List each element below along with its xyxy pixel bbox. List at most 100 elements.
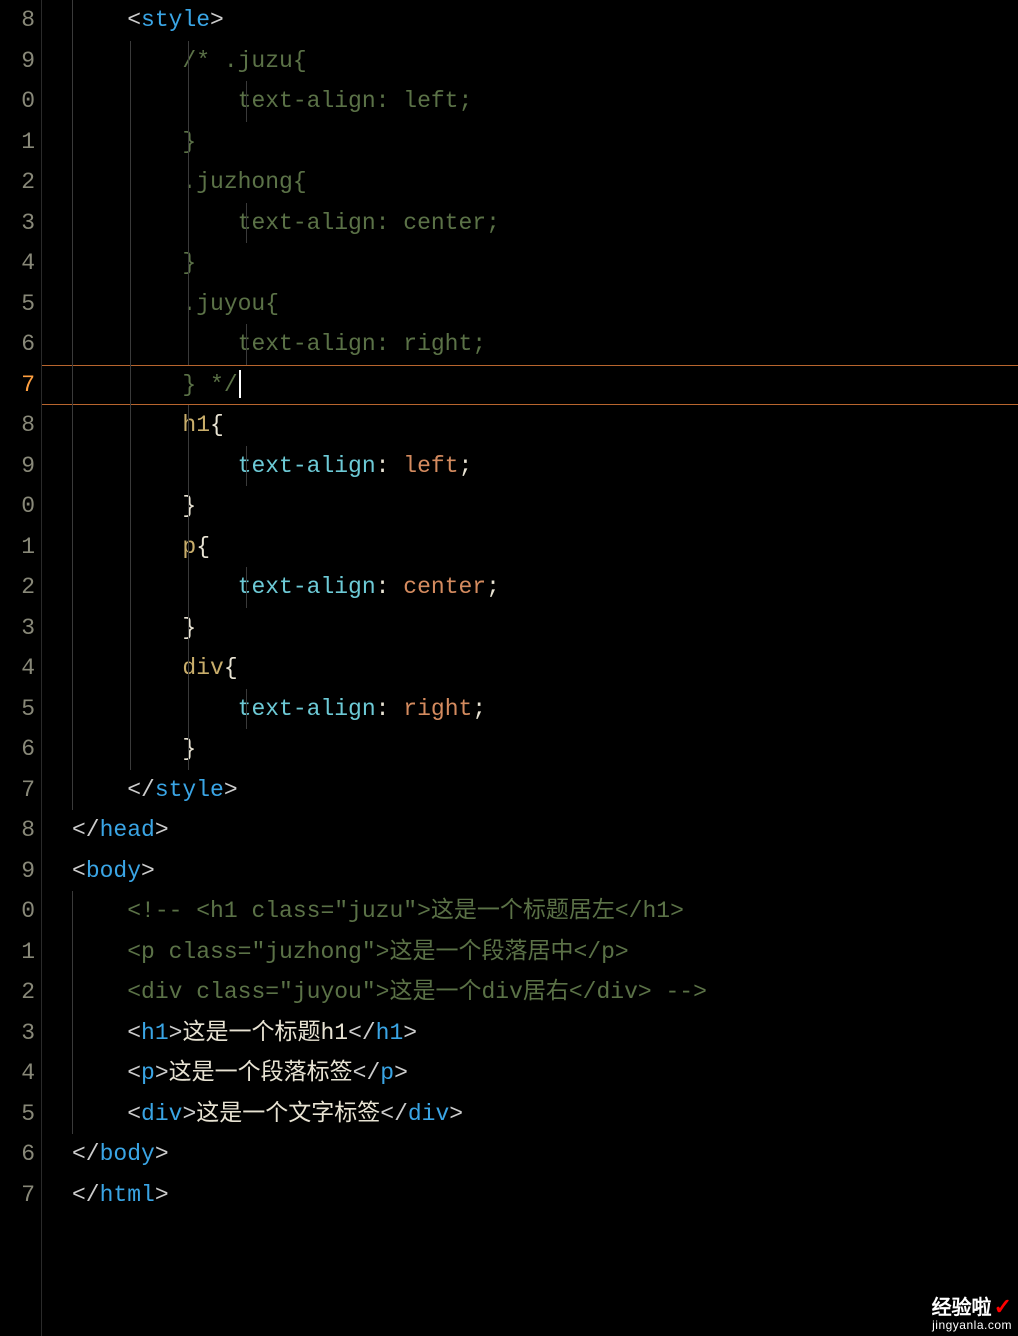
- line-number[interactable]: 0: [0, 486, 35, 527]
- code-line[interactable]: <h1>这是一个标题h1</h1>: [72, 1013, 1018, 1054]
- line-number[interactable]: 3: [0, 203, 35, 244]
- code-line[interactable]: }: [72, 608, 1018, 649]
- code-token: ;: [472, 696, 486, 722]
- code-token: right: [403, 696, 472, 722]
- line-number[interactable]: 5: [0, 689, 35, 730]
- code-token: :: [376, 574, 404, 600]
- code-line[interactable]: p{: [72, 527, 1018, 568]
- code-token: [72, 615, 182, 641]
- line-number[interactable]: 3: [0, 608, 35, 649]
- code-line[interactable]: }: [72, 729, 1018, 770]
- code-line[interactable]: text-align: center;: [72, 203, 1018, 244]
- line-number[interactable]: 0: [0, 891, 35, 932]
- code-token: >: [394, 1060, 408, 1086]
- code-token: [72, 412, 182, 438]
- code-line[interactable]: <div>这是一个文字标签</div>: [72, 1094, 1018, 1135]
- code-token: [72, 331, 238, 357]
- line-number[interactable]: 8: [0, 405, 35, 446]
- code-token: >: [155, 1141, 169, 1167]
- code-token: </: [72, 817, 100, 843]
- line-number[interactable]: 1: [0, 122, 35, 163]
- code-token: div: [141, 1101, 182, 1127]
- line-number[interactable]: 7: [0, 770, 35, 811]
- code-line[interactable]: text-align: left;: [72, 446, 1018, 487]
- code-line[interactable]: <p>这是一个段落标签</p>: [72, 1053, 1018, 1094]
- code-token: [72, 372, 182, 398]
- code-line[interactable]: <!-- <h1 class="juzu">这是一个标题居左</h1>: [72, 891, 1018, 932]
- code-token: [72, 898, 127, 924]
- code-token: >: [182, 1101, 196, 1127]
- code-line[interactable]: div{: [72, 648, 1018, 689]
- code-line[interactable]: }: [72, 243, 1018, 284]
- line-number[interactable]: 0: [0, 81, 35, 122]
- code-token: <!-- <h1 class="juzu">这是一个标题居左</h1>: [127, 898, 684, 924]
- code-line[interactable]: text-align: right;: [72, 324, 1018, 365]
- code-token: :: [376, 696, 404, 722]
- line-number[interactable]: 5: [0, 284, 35, 325]
- code-token: [72, 1101, 127, 1127]
- line-number[interactable]: 5: [0, 1094, 35, 1135]
- code-line[interactable]: h1{: [72, 405, 1018, 446]
- code-token: div: [182, 655, 223, 681]
- code-token: [72, 88, 238, 114]
- code-token: [72, 1020, 127, 1046]
- code-token: [72, 979, 127, 1005]
- code-line[interactable]: <div class="juyou">这是一个div居右</div> -->: [72, 972, 1018, 1013]
- line-number[interactable]: 1: [0, 527, 35, 568]
- code-token: ;: [486, 574, 500, 600]
- code-line[interactable]: </body>: [72, 1134, 1018, 1175]
- code-line[interactable]: text-align: left;: [72, 81, 1018, 122]
- code-line[interactable]: /* .juzu{: [72, 41, 1018, 82]
- code-area[interactable]: <style> /* .juzu{ text-align: left; } .j…: [42, 0, 1018, 1215]
- line-number[interactable]: 6: [0, 1134, 35, 1175]
- text-cursor: [239, 370, 241, 398]
- code-token: text-align: [238, 696, 376, 722]
- line-number[interactable]: 2: [0, 567, 35, 608]
- code-token: >: [449, 1101, 463, 1127]
- code-token: [72, 250, 182, 276]
- line-number[interactable]: 3: [0, 1013, 35, 1054]
- code-line[interactable]: <style>: [72, 0, 1018, 41]
- line-number[interactable]: 6: [0, 729, 35, 770]
- line-number[interactable]: 2: [0, 162, 35, 203]
- code-line[interactable]: text-align: center;: [72, 567, 1018, 608]
- code-token: >: [169, 1020, 183, 1046]
- code-line[interactable]: <body>: [72, 851, 1018, 892]
- code-token: div: [408, 1101, 449, 1127]
- line-number-gutter[interactable]: 890123456789012345678901234567: [0, 0, 42, 1336]
- code-line[interactable]: .juzhong{: [72, 162, 1018, 203]
- line-number[interactable]: 7: [0, 365, 35, 406]
- code-token: [72, 210, 238, 236]
- line-number[interactable]: 9: [0, 446, 35, 487]
- line-number[interactable]: 9: [0, 41, 35, 82]
- code-line[interactable]: <p class="juzhong">这是一个段落居中</p>: [72, 932, 1018, 973]
- line-number[interactable]: 8: [0, 0, 35, 41]
- line-number[interactable]: 4: [0, 243, 35, 284]
- code-token: h1: [376, 1020, 404, 1046]
- code-line[interactable]: </html>: [72, 1175, 1018, 1216]
- code-line[interactable]: }: [72, 486, 1018, 527]
- code-line[interactable]: } */: [72, 365, 1018, 406]
- line-number[interactable]: 7: [0, 1175, 35, 1216]
- code-token: }: [182, 493, 196, 519]
- line-number[interactable]: 4: [0, 1053, 35, 1094]
- code-token: head: [100, 817, 155, 843]
- code-token: text-align: [238, 453, 376, 479]
- code-token: <: [72, 858, 86, 884]
- code-line[interactable]: </style>: [72, 770, 1018, 811]
- line-number[interactable]: 4: [0, 648, 35, 689]
- code-line[interactable]: text-align: right;: [72, 689, 1018, 730]
- line-number[interactable]: 6: [0, 324, 35, 365]
- code-token: text-align: center;: [238, 210, 500, 236]
- line-number[interactable]: 1: [0, 932, 35, 973]
- code-line[interactable]: }: [72, 122, 1018, 163]
- line-number[interactable]: 2: [0, 972, 35, 1013]
- code-line[interactable]: .juyou{: [72, 284, 1018, 325]
- line-number[interactable]: 9: [0, 851, 35, 892]
- code-token: }: [182, 250, 196, 276]
- code-token: [72, 736, 182, 762]
- code-token: } */: [182, 372, 237, 398]
- code-line[interactable]: </head>: [72, 810, 1018, 851]
- line-number[interactable]: 8: [0, 810, 35, 851]
- code-token: [72, 777, 127, 803]
